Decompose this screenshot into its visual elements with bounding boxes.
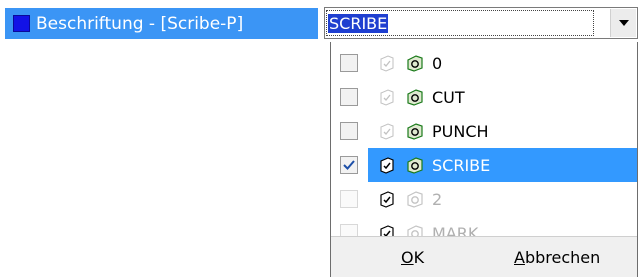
cancel-button[interactable]: Abbrechen	[514, 248, 600, 267]
layer-row-scribe[interactable]: SCRIBE	[331, 148, 637, 182]
layer-visibility-icon	[407, 54, 423, 72]
checkmark-icon	[343, 160, 355, 170]
ok-mnemonic: O	[401, 247, 414, 267]
layer-state-icon	[380, 156, 394, 174]
layer-checkbox	[340, 190, 358, 208]
layer-row-0[interactable]: 0	[331, 46, 637, 80]
layer-row-2: 2	[331, 182, 637, 216]
layer-name: PUNCH	[432, 121, 489, 141]
layer-checkbox[interactable]	[340, 88, 358, 106]
combo-value-text: SCRIBE	[328, 13, 389, 33]
ok-label-rest: K	[413, 247, 425, 267]
layer-row-cut[interactable]: CUT	[331, 80, 637, 114]
layer-state-icon	[380, 190, 394, 208]
layer-checkbox[interactable]	[340, 54, 358, 72]
property-label-text: Beschriftung - [Scribe-P]	[36, 13, 244, 34]
layer-state-icon	[380, 122, 394, 140]
layer-checkbox[interactable]	[340, 122, 358, 140]
layer-visibility-icon	[407, 122, 423, 140]
layer-dropdown-list[interactable]: 0 CUT PUNCH SCRIBE 2 MARK OK Abbrechen	[330, 42, 638, 277]
layer-visibility-icon	[407, 156, 423, 174]
layer-checkbox[interactable]	[340, 156, 358, 174]
combo-value[interactable]: SCRIBE	[325, 9, 595, 37]
combo-dropdown-button[interactable]	[610, 9, 636, 37]
layer-name: 2	[432, 189, 443, 209]
dropdown-footer: OK Abbrechen	[331, 236, 637, 277]
layer-row-punch[interactable]: PUNCH	[331, 114, 637, 148]
chevron-down-icon	[618, 20, 629, 26]
layer-state-icon	[380, 88, 394, 106]
cancel-mnemonic: A	[514, 247, 525, 267]
layer-name: CUT	[432, 87, 465, 107]
layer-name: 0	[432, 53, 443, 73]
layer-combobox[interactable]: SCRIBE	[324, 7, 638, 39]
ok-button[interactable]: OK	[401, 248, 424, 267]
layer-name: SCRIBE	[432, 155, 491, 175]
layer-visibility-icon	[407, 190, 423, 208]
cancel-label-rest: bbrechen	[524, 247, 601, 267]
layer-visibility-icon	[407, 88, 423, 106]
layer-state-icon	[380, 54, 394, 72]
property-label[interactable]: Beschriftung - [Scribe-P]	[5, 8, 318, 39]
color-swatch	[13, 15, 30, 32]
